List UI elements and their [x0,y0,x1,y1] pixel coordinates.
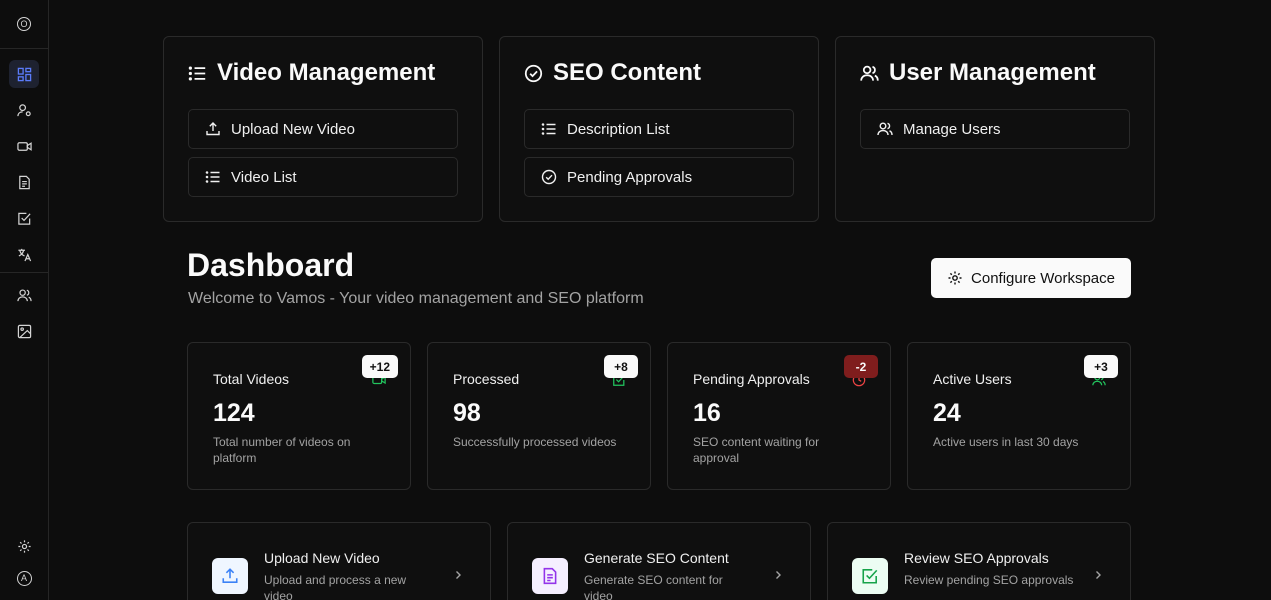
stat-label: Pending Approvals [693,371,810,387]
button-label: Description List [567,120,670,138]
stat-description: Total number of videos on platform [213,435,351,465]
stat-card-processed: Processed +8 98 Successfully processed v… [427,342,651,490]
list-icon [205,171,220,183]
chevron-right-icon [1096,571,1101,579]
stat-card-active-users: Active Users +3 24 Active users in last … [907,342,1131,490]
sidebar-item-images[interactable] [9,317,39,345]
action-description: Review pending SEO approvals [904,573,1074,587]
sidebar-divider [0,272,48,273]
stat-badge: -2 [844,355,878,378]
action-title: Generate SEO Content [584,550,729,566]
action-card-upload-video[interactable]: Upload New Video Upload and process a ne… [187,522,491,600]
action-icon-tile [852,558,888,594]
card-title: User Management [889,59,1096,86]
button-label: Video List [231,168,297,186]
sidebar-item-videos[interactable] [9,132,39,160]
image-icon [17,324,31,338]
chevron-right-icon [776,571,781,579]
button-label: Configure Workspace [971,269,1115,287]
user-management-card: User Management Manage Users [835,36,1155,222]
sidebar-item-translate[interactable] [9,240,39,268]
gear-icon [17,539,31,553]
stat-value: 24 [933,399,961,427]
stat-label: Total Videos [213,371,290,387]
upload-icon [206,122,220,136]
action-title: Review SEO Approvals [904,550,1049,566]
document-icon [543,567,557,585]
action-icon-tile [212,558,248,594]
stat-label: Processed [453,371,520,387]
stat-value: 98 [453,399,481,427]
stat-card-pending-approvals: Pending Approvals -2 16 SEO content wait… [667,342,891,490]
sidebar-item-documents[interactable] [9,168,39,196]
gear-icon [948,271,962,285]
sidebar-item-approvals[interactable] [9,204,39,232]
stat-value: 124 [213,399,255,427]
action-title: Upload New Video [264,550,380,566]
document-icon [18,175,30,189]
stat-value: 16 [693,399,721,427]
sidebar-divider [0,48,48,49]
user-avatar[interactable]: A [9,564,39,592]
upload-new-video-button[interactable]: Upload New Video [188,109,458,149]
seo-content-heading: SEO Content [524,59,701,87]
pending-approvals-button[interactable]: Pending Approvals [524,157,794,197]
description-list-button[interactable]: Description List [524,109,794,149]
check-square-icon [862,569,878,584]
action-description: Upload and process a new video [264,573,407,600]
action-description: Generate SEO content for video [584,573,723,600]
button-label: Manage Users [903,120,1001,138]
action-icon-tile [532,558,568,594]
stat-card-total-videos: Total Videos +12 124 Total number of vid… [187,342,411,490]
dashboard-grid-icon [17,67,31,81]
action-card-review-approvals[interactable]: Review SEO Approvals Review pending SEO … [827,522,1131,600]
check-circle-icon [541,169,557,185]
card-title: SEO Content [553,59,701,86]
action-card-generate-seo[interactable]: Generate SEO Content Generate SEO conten… [507,522,811,600]
sidebar: O A [0,0,49,600]
stat-badge: +8 [604,355,638,378]
stat-description: Active users in last 30 days [933,435,1079,449]
video-list-button[interactable]: Video List [188,157,458,197]
app-logo[interactable]: O [17,17,31,31]
chevron-right-icon [456,571,461,579]
button-label: Upload New Video [231,120,355,138]
stat-description: Successfully processed videos [453,435,617,449]
manage-users-button[interactable]: Manage Users [860,109,1130,149]
sidebar-item-settings[interactable] [9,532,39,560]
stat-badge: +12 [361,355,398,378]
sidebar-item-dashboard[interactable] [9,60,39,88]
list-icon [541,123,556,135]
users-icon [877,122,893,136]
stat-badge: +3 [1084,355,1118,378]
page-subtitle: Welcome to Vamos - Your video management… [188,290,644,307]
user-management-heading: User Management [860,59,1096,87]
card-title: Video Management [217,59,436,86]
users-icon [860,65,879,81]
user-settings-icon [16,103,31,116]
video-management-heading: Video Management [188,59,435,87]
upload-icon [222,568,238,583]
stat-description: SEO content waiting for approval [693,435,820,465]
avatar: A [16,570,32,586]
check-circle-icon [524,64,543,82]
list-icon [188,66,206,80]
stat-label: Active Users [933,371,1012,387]
video-camera-icon [16,141,32,151]
configure-workspace-button[interactable]: Configure Workspace [931,258,1131,298]
page-title: Dashboard [187,247,355,283]
button-label: Pending Approvals [567,168,693,186]
seo-content-card: SEO Content Description List Pending App… [499,36,819,222]
check-square-icon [17,212,31,225]
sidebar-item-user-settings[interactable] [9,96,39,124]
users-icon [16,288,32,301]
video-management-card: Video Management Upload New Video Video … [163,36,483,222]
translate-icon [17,248,31,261]
sidebar-item-users[interactable] [9,281,39,309]
